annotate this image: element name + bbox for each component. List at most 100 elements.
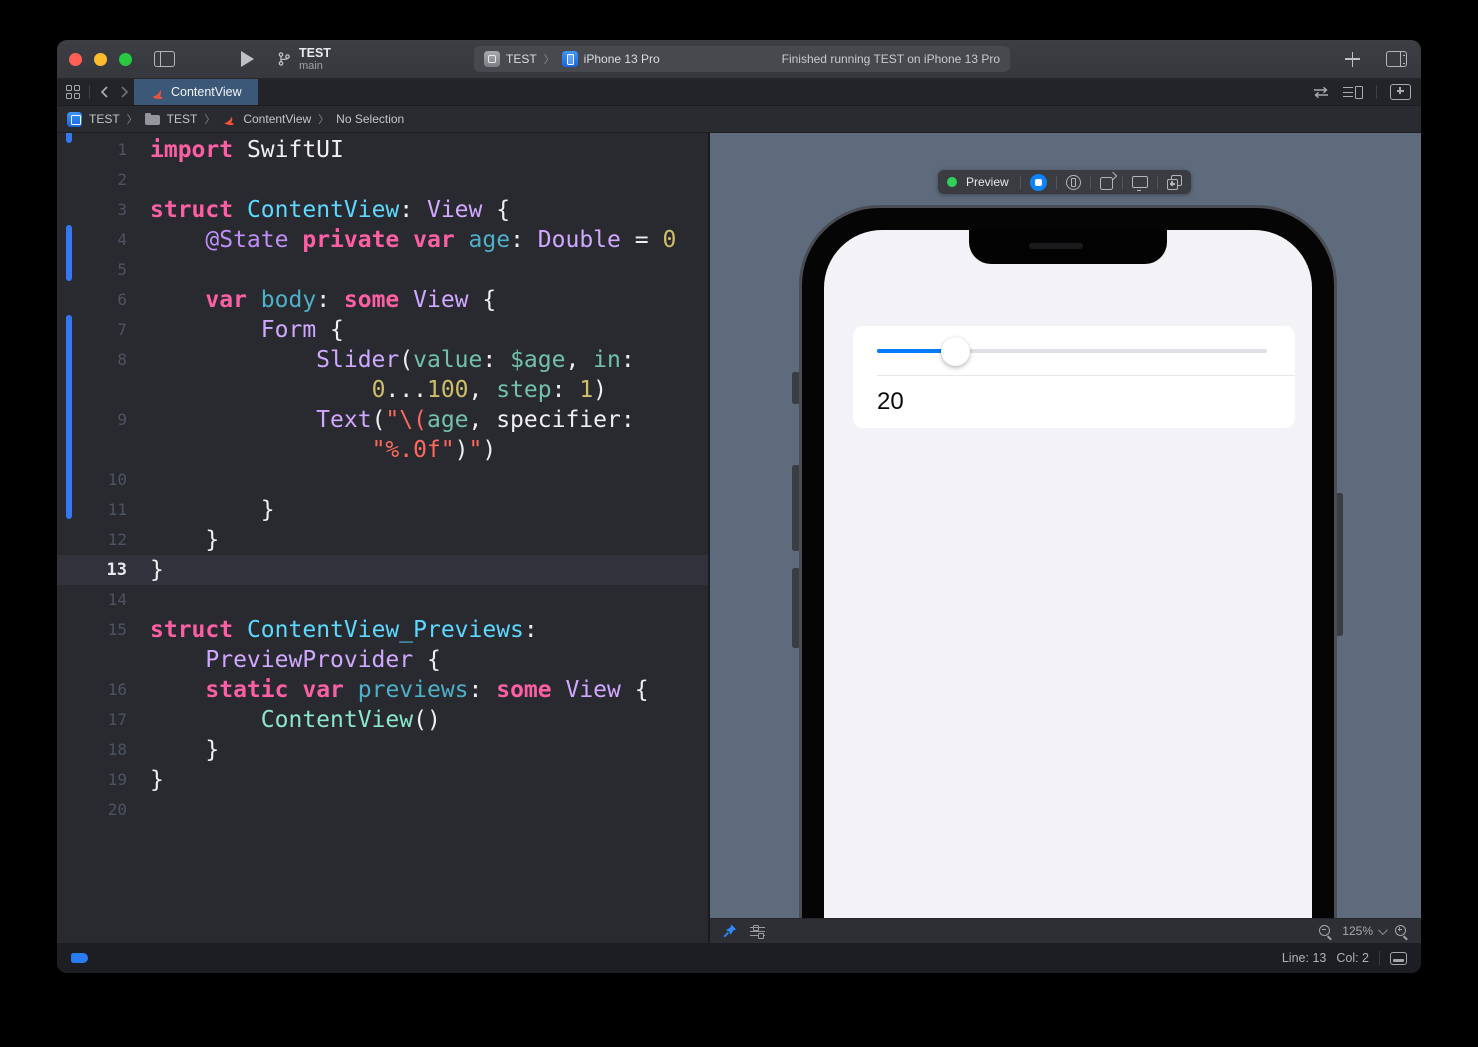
line-number[interactable]: 15 <box>57 615 127 645</box>
code-line[interactable]: 8 Slider(value: $age, in: <box>57 345 708 375</box>
code-line[interactable]: 9 Text("\(age, specifier: <box>57 405 708 435</box>
line-number[interactable]: 18 <box>57 735 127 765</box>
chevron-separator: 〉 <box>127 111 138 127</box>
line-number[interactable]: 8 <box>57 345 127 375</box>
slider-thumb[interactable] <box>941 337 970 366</box>
code-line[interactable]: 15struct ContentView_Previews: <box>57 615 708 645</box>
line-number[interactable]: 10 <box>57 465 127 495</box>
code-line[interactable]: 6 var body: some View { <box>57 285 708 315</box>
minimize-window-button[interactable] <box>94 53 107 66</box>
code-line[interactable]: 7 Form { <box>57 315 708 345</box>
code-line[interactable]: "%.0f")") <box>57 435 708 465</box>
code-line[interactable]: 16 static var previews: some View { <box>57 675 708 705</box>
line-number[interactable]: 17 <box>57 705 127 735</box>
tab-overview-button[interactable] <box>66 85 80 99</box>
line-number[interactable] <box>57 435 127 465</box>
editor-options-button[interactable] <box>1343 85 1363 99</box>
code-line[interactable]: 14 <box>57 585 708 615</box>
swap-arrows-icon <box>1312 86 1330 99</box>
chevron-left-icon <box>99 85 110 99</box>
run-button[interactable] <box>241 51 254 67</box>
live-preview-button[interactable] <box>1030 174 1047 191</box>
tab-overview-icon <box>66 85 80 99</box>
code-line[interactable]: 18 } <box>57 735 708 765</box>
chevron-right-icon <box>119 85 130 99</box>
pin-preview-button[interactable] <box>722 923 738 939</box>
code-line[interactable]: 17 ContentView() <box>57 705 708 735</box>
close-window-button[interactable] <box>69 53 82 66</box>
line-number[interactable]: 16 <box>57 675 127 705</box>
duplicate-preview-button[interactable] <box>1167 175 1182 190</box>
code-line[interactable]: 10 <box>57 465 708 495</box>
code-line[interactable]: PreviewProvider { <box>57 645 708 675</box>
editor-layout-icon[interactable] <box>1390 952 1407 965</box>
code-rows: 1import SwiftUI23struct ContentView: Vie… <box>57 133 708 825</box>
preview-on-device-button[interactable] <box>1132 176 1148 188</box>
tab-contentview[interactable]: ContentView <box>134 79 258 105</box>
line-number[interactable]: 13 <box>57 555 127 585</box>
divider <box>1157 176 1158 189</box>
back-button[interactable] <box>99 85 110 99</box>
slider-track[interactable] <box>877 349 1267 353</box>
code-line[interactable]: 19} <box>57 765 708 795</box>
line-number[interactable] <box>57 375 127 405</box>
divider <box>89 85 90 99</box>
line-number[interactable]: 6 <box>57 285 127 315</box>
line-number[interactable]: 5 <box>57 255 127 285</box>
code-line[interactable]: 5 <box>57 255 708 285</box>
zoom-in-button[interactable] <box>1394 924 1409 939</box>
xcode-window: TEST main TEST 〉 iPhone 13 Pro Finished … <box>57 40 1421 973</box>
line-number[interactable]: 7 <box>57 315 127 345</box>
code-line[interactable]: 11 } <box>57 495 708 525</box>
line-number[interactable]: 9 <box>57 405 127 435</box>
zoom-out-icon <box>1318 924 1333 939</box>
line-number[interactable] <box>57 645 127 675</box>
branch-name: main <box>299 60 331 72</box>
code-line[interactable]: 13} <box>57 555 708 585</box>
source-editor[interactable]: 1import SwiftUI23struct ContentView: Vie… <box>57 133 708 943</box>
line-number[interactable]: 2 <box>57 165 127 195</box>
line-number[interactable]: 20 <box>57 795 127 825</box>
split-editor-button[interactable] <box>1390 84 1411 100</box>
line-number[interactable]: 4 <box>57 225 127 255</box>
code-text <box>127 465 150 495</box>
title-bar: TEST main TEST 〉 iPhone 13 Pro Finished … <box>57 40 1421 79</box>
code-line[interactable]: 20 <box>57 795 708 825</box>
fullscreen-window-button[interactable] <box>119 53 132 66</box>
activity-viewer[interactable]: TEST 〉 iPhone 13 Pro Finished running TE… <box>474 46 1010 72</box>
line-number[interactable]: 14 <box>57 585 127 615</box>
breadcrumb-item[interactable]: TEST <box>167 112 198 126</box>
inspector-toggle-button[interactable] <box>1386 51 1407 67</box>
navigator-toggle-button[interactable] <box>154 51 175 67</box>
editor-arrangement-button[interactable] <box>1312 86 1330 99</box>
forward-button[interactable] <box>119 85 130 99</box>
code-line[interactable]: 3struct ContentView: View { <box>57 195 708 225</box>
zoom-level-menu[interactable]: 125% <box>1342 924 1385 938</box>
code-line[interactable]: 0...100, step: 1) <box>57 375 708 405</box>
plus-icon <box>1345 52 1360 67</box>
code-text <box>127 255 150 285</box>
line-number[interactable]: 19 <box>57 765 127 795</box>
code-line[interactable]: 12 } <box>57 525 708 555</box>
chevron-down-icon <box>1378 925 1388 935</box>
line-number[interactable]: 1 <box>57 135 127 165</box>
code-line[interactable]: 4 @State private var age: Double = 0 <box>57 225 708 255</box>
slider-value-text: 20 <box>877 388 904 416</box>
code-line[interactable]: 1import SwiftUI <box>57 135 708 165</box>
line-number[interactable]: 3 <box>57 195 127 225</box>
zoom-out-button[interactable] <box>1318 924 1333 939</box>
device-settings-button[interactable] <box>1066 175 1081 190</box>
line-number[interactable]: 12 <box>57 525 127 555</box>
breadcrumb-item[interactable]: ContentView <box>243 112 311 126</box>
code-line[interactable]: 2 <box>57 165 708 195</box>
line-number[interactable]: 11 <box>57 495 127 525</box>
orientation-button[interactable] <box>1100 175 1113 190</box>
scheme-name[interactable]: TEST <box>506 52 537 66</box>
preview-adjust-button[interactable] <box>750 925 765 938</box>
age-slider[interactable] <box>853 326 1295 375</box>
scheme-summary[interactable]: TEST main <box>276 46 331 72</box>
new-tab-button[interactable] <box>1345 52 1360 67</box>
run-destination[interactable]: iPhone 13 Pro <box>584 52 660 66</box>
breadcrumb-item[interactable]: TEST <box>89 112 120 126</box>
breadcrumb-item[interactable]: No Selection <box>336 112 404 126</box>
